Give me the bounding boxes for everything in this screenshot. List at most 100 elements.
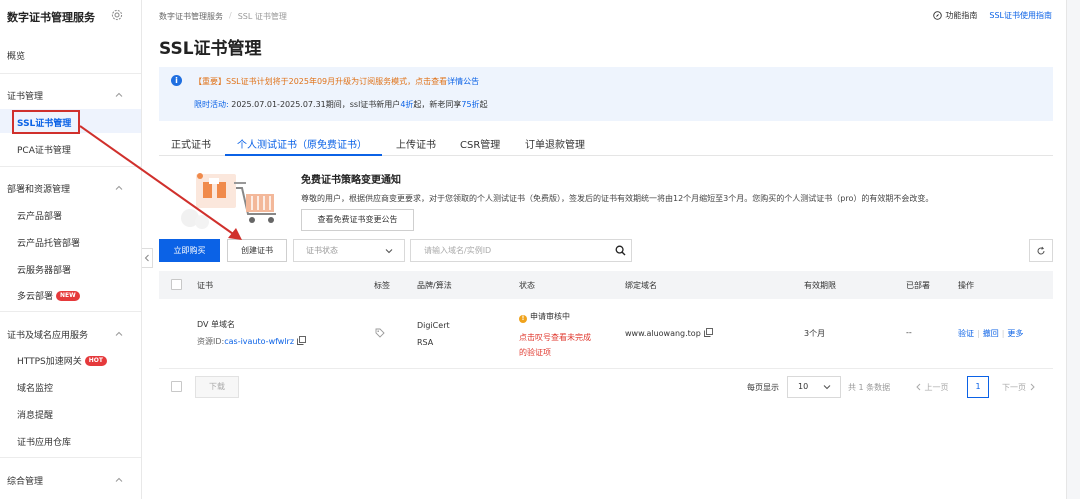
col-domain: 绑定域名 [625, 281, 657, 290]
sidebar-item-cloud-hosted[interactable]: 云产品托管部署 [17, 236, 80, 249]
footer-select-checkbox[interactable] [171, 381, 182, 392]
chevron-up-icon[interactable] [114, 475, 124, 485]
breadcrumb: 数字证书管理服务 / SSL 证书管理 [159, 11, 287, 22]
sidebar-group-deploy[interactable]: 部署和资源管理 [7, 182, 70, 195]
more-link[interactable]: 更多 [1007, 329, 1023, 338]
sidebar-item-domain-monitor[interactable]: 域名监控 [17, 381, 53, 394]
col-actions: 操作 [958, 281, 974, 290]
chevron-up-icon[interactable] [114, 183, 124, 193]
cert-status-select[interactable]: 证书状态 [293, 239, 405, 262]
page-title: SSL证书管理 [159, 39, 262, 59]
status-hint-1: 点击叹号查看未完成 [519, 333, 591, 342]
refresh-icon [1037, 246, 1045, 254]
page-size-label: 每页显示 [747, 383, 779, 392]
top-links: 功能指南 SSL证书使用指南 [933, 10, 1052, 21]
col-status: 状态 [519, 281, 535, 290]
tab-upload[interactable]: 上传证书 [396, 136, 436, 151]
sidebar-group-cert[interactable]: 证书管理 [7, 89, 43, 102]
bound-domain: www.aluowang.top [625, 328, 713, 338]
active-tab-underline [225, 154, 382, 156]
withdraw-link[interactable]: 撤回 [983, 329, 999, 338]
status-text: ! 申请审核中 [519, 311, 570, 323]
sidebar: 数字证书管理服务 概览 证书管理 SSL证书管理 PCA证书管理 部署和资源管理… [0, 0, 142, 499]
compass-icon [933, 11, 943, 20]
table-footer: 下载 每页显示 10 共 1 条数据 上一页 1 下一页 [159, 376, 1053, 400]
col-cert: 证书 [197, 281, 213, 290]
ssl-usage-guide-link[interactable]: SSL证书使用指南 [989, 10, 1052, 21]
gear-icon[interactable] [111, 9, 123, 21]
col-deployed: 已部署 [906, 281, 930, 290]
tab-csr[interactable]: CSR管理 [460, 136, 500, 151]
sidebar-group-apps[interactable]: 证书及域名应用服务 [7, 328, 88, 341]
chevron-up-icon[interactable] [114, 329, 124, 339]
notice-line-2: 限时活动: 2025.07.01-2025.07.31期间，ssl证书新用户4折… [194, 100, 488, 109]
notice-banner: i 【重要】SSL证书计划将于2025年09月升级为订阅服务模式，点击查看详情公… [159, 67, 1053, 121]
copy-icon [297, 336, 306, 345]
resource-id: 资源ID:cas-ivauto-wfwlrz [197, 336, 306, 347]
download-button[interactable]: 下载 [195, 376, 239, 398]
validity: 3个月 [804, 329, 826, 338]
chevron-left-icon [144, 254, 149, 262]
status-hint-2: 的验证项 [519, 348, 551, 357]
chevron-down-icon [385, 249, 393, 254]
chevron-down-icon [823, 385, 831, 390]
notice-line-1: 【重要】SSL证书计划将于2025年09月升级为订阅服务模式，点击查看详情公告 [194, 77, 480, 86]
buy-now-button[interactable]: 立即购买 [159, 239, 220, 262]
brand: DigiCert [417, 321, 450, 330]
sidebar-item-multicloud[interactable]: 多云部署 NEW [17, 289, 80, 302]
total-count: 共 1 条数据 [848, 383, 891, 392]
row-actions: 验证 | 撤回 | 更多 [958, 329, 1024, 338]
info-icon: i [171, 75, 182, 86]
sidebar-item-https-gateway[interactable]: HTTPS加速网关 HOT [17, 354, 107, 367]
tab-refund[interactable]: 订单退款管理 [525, 136, 585, 151]
chevron-up-icon[interactable] [114, 90, 124, 100]
table-header: 证书 标签 品牌/算法 状态 绑定域名 有效期限 已部署 操作 [159, 271, 1053, 299]
search-input[interactable]: 请输入域名/实例ID [410, 239, 610, 262]
page-size-select[interactable]: 10 [787, 376, 841, 398]
refresh-button[interactable] [1029, 239, 1053, 262]
tag-icon[interactable] [375, 328, 385, 338]
new-badge: NEW [56, 290, 80, 301]
prev-page[interactable]: 上一页 [915, 382, 949, 393]
tab-official[interactable]: 正式证书 [171, 136, 211, 151]
promo-description: 尊敬的用户，根据供应商变更要求，对于您领取的个人测试证书（免费版），签发后的证书… [301, 194, 934, 203]
page-1[interactable]: 1 [967, 376, 989, 398]
function-guide-link[interactable]: 功能指南 [933, 10, 977, 21]
sidebar-item-notifications[interactable]: 消息提醒 [17, 408, 53, 421]
sidebar-item-server-deploy[interactable]: 云服务器部署 [17, 263, 71, 276]
search-icon [615, 245, 625, 256]
tab-personal-test[interactable]: 个人测试证书（原免费证书） [237, 136, 367, 151]
sidebar-item-overview[interactable]: 概览 [7, 49, 25, 62]
create-cert-button[interactable]: 创建证书 [227, 239, 287, 262]
verify-link[interactable]: 验证 [958, 329, 974, 338]
right-edge-panel [1066, 0, 1080, 499]
copy-icon [703, 328, 713, 337]
next-page[interactable]: 下一页 [1002, 382, 1036, 393]
sidebar-item-cloud-deploy[interactable]: 云产品部署 [17, 209, 62, 222]
view-announcement-button[interactable]: 查看免费证书变更公告 [301, 209, 414, 231]
sidebar-item-cert-repo[interactable]: 证书应用仓库 [17, 435, 71, 448]
sidebar-collapse-toggle[interactable] [142, 248, 153, 268]
promo-title: 免费证书策略变更通知 [301, 175, 401, 186]
chevron-left-icon [916, 383, 921, 391]
annotation-box [12, 110, 80, 134]
col-tag: 标签 [374, 281, 390, 290]
col-validity: 有效期限 [804, 281, 836, 290]
breadcrumb-root[interactable]: 数字证书管理服务 [159, 11, 223, 22]
shopping-cart-illustration [181, 173, 276, 229]
tab-bar: 正式证书 个人测试证书（原免费证书） 上传证书 CSR管理 订单退款管理 [159, 128, 1053, 156]
hot-badge: HOT [84, 355, 107, 366]
search-button[interactable] [609, 239, 632, 262]
sidebar-group-general[interactable]: 综合管理 [7, 474, 43, 487]
algorithm: RSA [417, 338, 434, 347]
col-brand: 品牌/算法 [417, 281, 452, 290]
cert-name: DV 单域名 [197, 320, 236, 329]
notice-detail-link[interactable]: 详情公告 [447, 77, 479, 86]
deployed: -- [906, 328, 912, 337]
select-all-checkbox[interactable] [171, 279, 182, 290]
chevron-right-icon [1030, 383, 1035, 391]
warning-icon[interactable]: ! [519, 315, 527, 323]
sidebar-item-pca[interactable]: PCA证书管理 [17, 143, 71, 156]
breadcrumb-current: SSL 证书管理 [237, 12, 287, 21]
table-row: DV 单域名 资源ID:cas-ivauto-wfwlrz DigiCert R… [159, 300, 1053, 369]
